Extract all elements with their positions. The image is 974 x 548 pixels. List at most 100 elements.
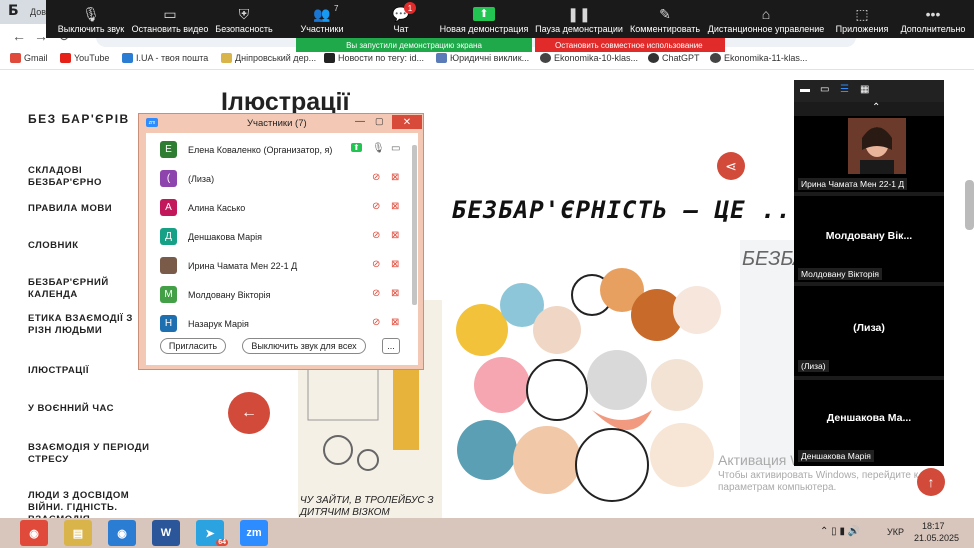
participant-name: Молдовану Вікторія xyxy=(188,290,271,300)
bookmark-chatgpt[interactable]: ChatGPT xyxy=(648,53,700,63)
page-scrollbar-thumb[interactable] xyxy=(965,180,974,230)
microphone-muted-icon[interactable]: ⊘ xyxy=(372,201,380,212)
stop-sharing-button[interactable]: Остановить совместное использование xyxy=(535,38,725,52)
stop-video-button[interactable]: ▭ Остановить видео xyxy=(130,0,210,38)
new-share-button[interactable]: ⬆ Новая демонстрация xyxy=(440,0,528,38)
gallery-grid-icon[interactable]: ▦ xyxy=(860,84,869,95)
microphone-muted-icon[interactable]: ⊘ xyxy=(372,259,380,270)
telegram-icon[interactable]: ➤ 64 xyxy=(196,520,228,546)
panel-maximize-button[interactable]: ▢ xyxy=(375,116,384,127)
word-icon[interactable]: W xyxy=(152,520,180,546)
participant-name: Назарук Марія xyxy=(188,319,249,329)
participants-count-badge: 7 xyxy=(334,4,339,13)
participant-row[interactable]: А Алина Касько ⊘ ⊠ xyxy=(146,194,410,222)
chevron-up-icon[interactable]: ⌃ xyxy=(872,102,880,113)
video-off-icon[interactable]: ⊠ xyxy=(391,172,399,183)
speaker-view-icon[interactable]: ▭ xyxy=(820,84,829,95)
panel-close-button[interactable]: ✕ xyxy=(392,115,422,129)
menu-item-stress[interactable]: ВЗАЄМОДІЯ У ПЕРІОДИ СТРЕСУ xyxy=(28,442,158,466)
bookmark-economics-10[interactable]: Ekonomika-10-klas... xyxy=(540,53,638,63)
chat-button[interactable]: 💬 Чат 1 xyxy=(386,0,416,38)
sharing-indicator-icon: ⬆ xyxy=(351,143,362,152)
microphone-muted-icon[interactable]: ⊘ xyxy=(372,230,380,241)
invite-button[interactable]: Пригласить xyxy=(160,338,226,354)
video-off-icon[interactable]: ⊠ xyxy=(391,259,399,270)
chrome-icon[interactable]: ◉ xyxy=(20,520,48,546)
telegram-unread-badge: 64 xyxy=(216,539,228,546)
zoom-icon[interactable]: zm xyxy=(240,520,268,546)
windows-activation-text: Чтобы активировать Windows, перейдите к … xyxy=(718,470,919,493)
shield-icon: ⛨ xyxy=(238,6,250,22)
back-arrow-icon[interactable]: ← xyxy=(12,28,26,44)
bookmarks-bar: Gmail YouTube I.UA - твоя пошта Дніпровс… xyxy=(0,50,974,70)
apps-button[interactable]: ⬚ Приложения xyxy=(834,0,890,38)
previous-arrow-button[interactable]: ← xyxy=(228,392,270,434)
participant-name: Елена Коваленко (Организатор, я) xyxy=(188,145,333,155)
microphone-muted-icon[interactable]: ⊘ xyxy=(372,288,380,299)
clock-date[interactable]: 21.05.2025 xyxy=(914,533,959,543)
participant-row[interactable]: М Молдовану Вікторія ⊘ ⊠ xyxy=(146,281,410,309)
share-icon[interactable]: ⋖ xyxy=(717,152,745,180)
mute-audio-button[interactable]: 🎙 Выключить звук xyxy=(56,0,126,38)
video-off-icon[interactable]: ⊠ xyxy=(391,201,399,212)
participants-button[interactable]: 👥 Участники 7 xyxy=(296,0,348,38)
microphone-muted-icon[interactable]: ⊘ xyxy=(372,172,380,183)
illustration-card-right[interactable] xyxy=(740,240,800,470)
main-illustration-card[interactable] xyxy=(442,180,740,520)
microphone-muted-icon[interactable]: ⊘ xyxy=(372,317,380,328)
file-explorer-icon[interactable]: ▤ xyxy=(64,520,92,546)
participant-name: (Лиза) xyxy=(188,174,215,184)
bookmark-economics-11[interactable]: Ekonomika-11-klas... xyxy=(710,53,807,63)
gallery-tile-1[interactable]: Ирина Чамата Мен 22-1 Д xyxy=(794,116,944,192)
clock-time[interactable]: 18:17 xyxy=(922,521,945,531)
bookmark-dnipro[interactable]: Дніпровський дер... xyxy=(221,53,316,63)
participants-panel: zm Участники (7) — ▢ ✕ Е Елена Коваленко … xyxy=(138,113,424,370)
participant-row[interactable]: Ирина Чамата Мен 22-1 Д ⊘ ⊠ xyxy=(146,252,410,280)
bookmark-gmail[interactable]: Gmail xyxy=(10,53,48,63)
bookmark-news[interactable]: Новости по тегу: id... xyxy=(324,53,424,63)
strip-view-icon[interactable]: ☰ xyxy=(840,84,849,95)
remote-control-button[interactable]: ⌂ Дистанционное управление xyxy=(708,0,824,38)
bookmark-legal[interactable]: Юридичні виклик... xyxy=(436,53,529,63)
participant-row[interactable]: Д Деншакова Марія ⊘ ⊠ xyxy=(146,223,410,251)
menu-item-wartime[interactable]: У ВОЄННИЙ ЧАС xyxy=(28,403,158,415)
bookmark-youtube[interactable]: YouTube xyxy=(60,53,109,63)
tab-title[interactable]: Дов xyxy=(30,7,46,17)
site-logo[interactable]: БЕЗ БАР'ЄРІВ xyxy=(28,112,130,126)
pause-share-button[interactable]: ❚❚ Пауза демонстрации xyxy=(535,0,623,38)
participant-row[interactable]: Е Елена Коваленко (Организатор, я) ⬆ 🎙 ▭ xyxy=(146,136,410,164)
participant-row[interactable]: ((Лиза) ⊘ ⊠ xyxy=(146,165,410,193)
minimize-view-icon[interactable]: ▬ xyxy=(800,84,810,95)
video-icon: ▭ xyxy=(163,6,177,22)
sharing-notice: Вы запустили демонстрацию экрана xyxy=(296,38,532,52)
video-off-icon[interactable]: ⊠ xyxy=(391,288,399,299)
gallery-tile-3[interactable]: (Лиза) (Лиза) xyxy=(794,286,944,376)
mute-all-button[interactable]: Выключить звук для всех xyxy=(242,338,366,354)
microphone-icon[interactable]: 🎙 xyxy=(372,143,385,154)
panel-minimize-button[interactable]: — xyxy=(355,116,365,127)
security-button[interactable]: ⛨ Безопасность xyxy=(214,0,274,38)
chrome-profile-icon[interactable]: ◉ xyxy=(108,520,136,546)
participants-title-bar[interactable]: zm Участники (7) — ▢ ✕ xyxy=(139,114,423,131)
participants-scrollbar[interactable] xyxy=(412,145,417,305)
participant-avatar: Н xyxy=(160,315,177,332)
chat-unread-badge: 1 xyxy=(404,2,416,14)
participant-name-label: Ирина Чамата Мен 22-1 Д xyxy=(798,178,908,190)
participant-avatar: Е xyxy=(160,141,177,158)
illustration-heading: БЕЗБАР'ЄРНІСТЬ — ЦЕ ... xyxy=(452,196,808,224)
tab-favicon-letter[interactable]: Б xyxy=(8,3,19,19)
video-off-icon[interactable]: ⊠ xyxy=(391,317,399,328)
more-button[interactable]: ••• Дополнительно xyxy=(898,0,968,38)
video-icon[interactable]: ▭ xyxy=(391,143,400,154)
participant-name-label: (Лиза) xyxy=(798,360,829,372)
annotate-button[interactable]: ✎ Комментировать xyxy=(630,0,700,38)
gallery-tile-2[interactable]: Молдовану Вік... Молдовану Вікторія xyxy=(794,196,944,282)
more-options-button[interactable]: ... xyxy=(382,338,400,354)
system-tray-icons[interactable]: ⌃ ▯ ▮ 🔊 xyxy=(820,526,860,537)
gallery-tile-4[interactable]: Деншакова Ма... Деншакова Марія xyxy=(794,380,944,466)
bookmark-iua[interactable]: I.UA - твоя пошта xyxy=(122,53,208,63)
video-off-icon[interactable]: ⊠ xyxy=(391,230,399,241)
language-indicator[interactable]: УКР xyxy=(887,527,904,537)
participant-avatar: М xyxy=(160,286,177,303)
participant-row[interactable]: Н Назарук Марія ⊘ ⊠ xyxy=(146,310,410,338)
